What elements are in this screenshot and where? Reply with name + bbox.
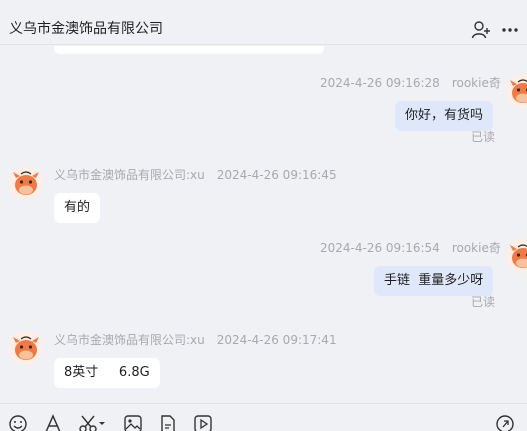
message-bubble[interactable]: 有的 — [54, 193, 101, 223]
more-icon[interactable] — [500, 20, 520, 40]
file-icon[interactable] — [158, 414, 178, 431]
message-bubble[interactable]: 手链 重量多少呀 — [374, 266, 494, 296]
add-user-icon[interactable] — [471, 20, 491, 40]
message-sender: 义乌市金澳饰品有限公司:xu — [54, 168, 205, 182]
message-time: 2024-4-26 09:17:41 — [216, 333, 337, 347]
read-status: 已读 — [471, 295, 496, 309]
message-time: 2024-4-26 09:16:54 — [320, 241, 440, 255]
message-bubble[interactable]: 8英寸 6.8G — [54, 358, 160, 388]
message-time: 2024-4-26 09:16:28 — [320, 76, 440, 90]
message-sender: rookie奇 — [451, 241, 501, 255]
history-icon[interactable] — [495, 414, 515, 431]
message-meta: 2024-4-26 09:16:54 rookie奇 — [320, 240, 501, 256]
message-meta: 2024-4-26 09:16:28 rookie奇 — [320, 75, 501, 91]
user-avatar[interactable] — [506, 74, 527, 108]
input-toolbar — [0, 403, 527, 431]
previous-message-bubble — [54, 46, 324, 54]
font-icon[interactable] — [43, 414, 63, 431]
chat-title: 义乌市金澳饰品有限公司 — [9, 21, 163, 37]
scissors-icon[interactable] — [78, 414, 106, 431]
emoji-icon[interactable] — [8, 414, 28, 431]
message-meta: 义乌市金澳饰品有限公司:xu 2024-4-26 09:17:41 — [54, 332, 337, 348]
message-bubble[interactable]: 你好，有货吗 — [395, 101, 494, 131]
contact-avatar[interactable] — [9, 331, 43, 365]
image-icon[interactable] — [123, 414, 143, 431]
read-status: 已读 — [471, 130, 496, 144]
message-meta: 义乌市金澳饰品有限公司:xu 2024-4-26 09:16:45 — [54, 167, 337, 183]
message-list[interactable]: 2024-4-26 09:16:28 rookie奇 你好，有货吗 已读 义乌市金… — [0, 46, 527, 403]
message-sender: rookie奇 — [451, 76, 501, 90]
chat-header: 义乌市金澳饰品有限公司 — [0, 0, 527, 45]
user-avatar[interactable] — [506, 239, 527, 273]
message-time: 2024-4-26 09:16:45 — [216, 168, 337, 182]
message-sender: 义乌市金澳饰品有限公司:xu — [54, 333, 205, 347]
video-icon[interactable] — [193, 414, 213, 431]
contact-avatar[interactable] — [9, 166, 43, 200]
